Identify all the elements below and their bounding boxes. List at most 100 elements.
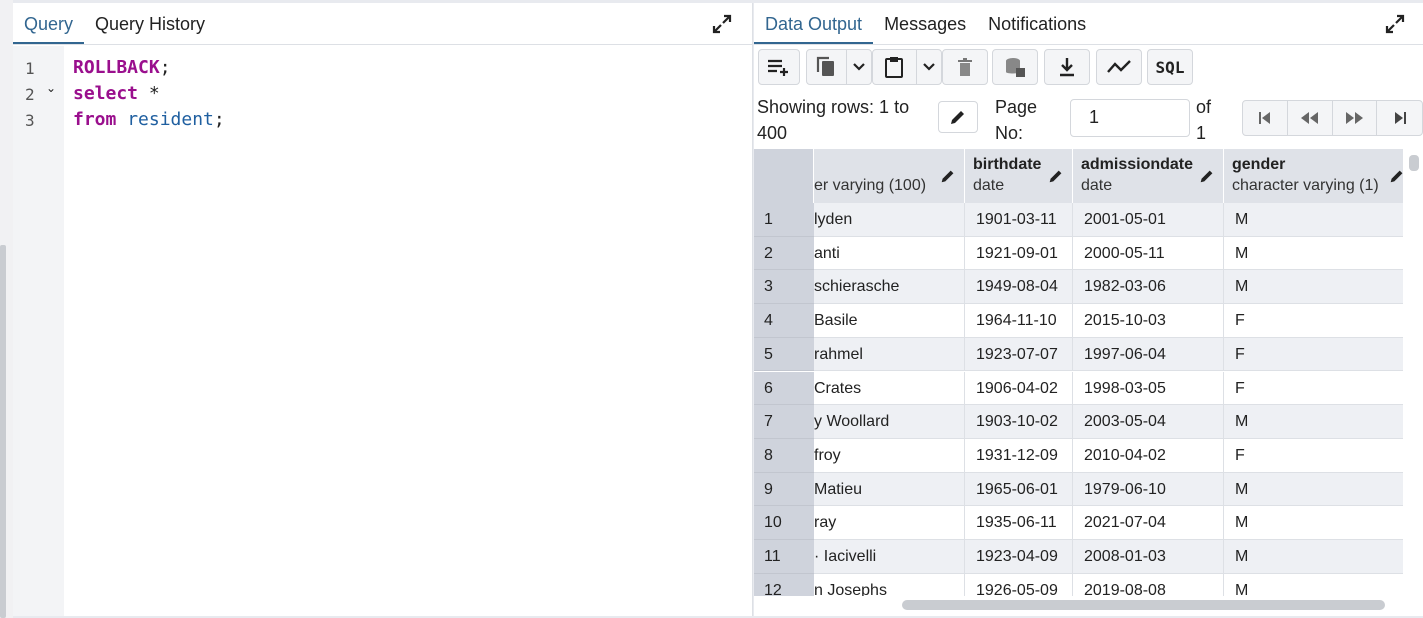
result-grid[interactable]: er varying (100) birthdate date admissionda…	[754, 149, 1403, 596]
table-cell[interactable]: 1931-12-09	[965, 438, 1073, 473]
row-number[interactable]: 6	[754, 371, 814, 406]
table-cell[interactable]: 1979-06-10	[1073, 472, 1224, 507]
table-cell[interactable]: F	[1224, 438, 1403, 473]
row-number[interactable]: 4	[754, 304, 814, 338]
tab-query-history[interactable]: Query History	[84, 14, 216, 44]
column-header[interactable]: admissiondate date	[1073, 149, 1224, 203]
column-header[interactable]: birthdate date	[965, 149, 1073, 203]
code-line[interactable]: select *	[73, 83, 160, 104]
table-cell[interactable]: M	[1224, 573, 1403, 596]
table-cell[interactable]: F	[1224, 304, 1403, 338]
table-cell[interactable]: 1998-03-05	[1073, 371, 1224, 406]
table-cell[interactable]: 2000-05-11	[1073, 236, 1224, 271]
row-number[interactable]: 8	[754, 438, 814, 473]
graph-button[interactable]	[1096, 49, 1142, 85]
row-number[interactable]: 3	[754, 270, 814, 305]
table-cell[interactable]: 2021-07-04	[1073, 506, 1224, 540]
row-number[interactable]: 7	[754, 405, 814, 439]
table-cell[interactable]: M	[1224, 270, 1403, 305]
horizontal-scrollbar[interactable]	[754, 596, 1423, 616]
table-cell[interactable]: 1921-09-01	[965, 236, 1073, 271]
table-cell[interactable]: 2019-08-08	[1073, 573, 1224, 596]
edit-column-icon[interactable]	[1047, 167, 1065, 190]
table-cell[interactable]: M	[1224, 540, 1403, 574]
row-number[interactable]: 10	[754, 506, 814, 540]
table-cell[interactable]: ray	[814, 506, 965, 540]
tab-messages[interactable]: Messages	[873, 14, 977, 44]
edit-rows-button[interactable]	[938, 101, 978, 133]
table-cell[interactable]: 2001-05-01	[1073, 203, 1224, 237]
left-scrollbar[interactable]	[0, 245, 6, 618]
horizontal-scroll-thumb[interactable]	[902, 600, 1385, 610]
row-number[interactable]: 1	[754, 203, 814, 237]
edit-column-icon[interactable]	[1388, 167, 1403, 190]
code-line[interactable]: from resident;	[73, 109, 225, 130]
chevron-down-icon[interactable]	[917, 62, 941, 72]
copy-icon[interactable]	[807, 55, 846, 79]
edit-column-icon[interactable]	[939, 167, 957, 190]
sql-button[interactable]: SQL	[1147, 49, 1193, 85]
download-button[interactable]	[1044, 49, 1090, 85]
table-cell[interactable]: M	[1224, 506, 1403, 540]
row-number[interactable]: 2	[754, 236, 814, 271]
table-cell[interactable]: M	[1224, 405, 1403, 439]
table-cell[interactable]: schierasche	[814, 270, 965, 305]
expand-output-icon[interactable]	[1384, 13, 1406, 35]
table-cell[interactable]: 2015-10-03	[1073, 304, 1224, 338]
table-cell[interactable]: 1923-07-07	[965, 337, 1073, 372]
table-cell[interactable]: 1982-03-06	[1073, 270, 1224, 305]
table-cell[interactable]: 1965-06-01	[965, 472, 1073, 507]
table-cell[interactable]: 1901-03-11	[965, 203, 1073, 237]
fold-chevron-icon[interactable]: ⌄	[46, 81, 56, 95]
table-cell[interactable]: M	[1224, 472, 1403, 507]
row-number[interactable]: 11	[754, 540, 814, 574]
table-cell[interactable]: M	[1224, 203, 1403, 237]
prev-page-button[interactable]	[1288, 101, 1333, 135]
first-page-button[interactable]	[1243, 101, 1288, 135]
expand-icon[interactable]	[711, 13, 733, 35]
table-cell[interactable]: lyden	[814, 203, 965, 237]
table-cell[interactable]: Crates	[814, 371, 965, 406]
tab-data-output[interactable]: Data Output	[754, 14, 874, 44]
column-header[interactable]: gender character varying (1)	[1224, 149, 1403, 203]
chevron-down-icon[interactable]	[847, 62, 871, 72]
page-number-input[interactable]: 1	[1070, 99, 1190, 137]
row-number[interactable]: 12	[754, 573, 814, 596]
table-cell[interactable]: rahmel	[814, 337, 965, 372]
save-data-button[interactable]	[992, 49, 1038, 85]
next-page-button[interactable]	[1333, 101, 1378, 135]
table-cell[interactable]: 1923-04-09	[965, 540, 1073, 574]
delete-button[interactable]	[942, 49, 988, 85]
row-number[interactable]: 5	[754, 337, 814, 372]
table-cell[interactable]: 1949-08-04	[965, 270, 1073, 305]
table-cell[interactable]: froy	[814, 438, 965, 473]
table-cell[interactable]: anti	[814, 236, 965, 271]
paste-icon[interactable]	[873, 55, 916, 79]
table-cell[interactable]: 2003-05-04	[1073, 405, 1224, 439]
table-cell[interactable]: Matieu	[814, 472, 965, 507]
table-cell[interactable]: F	[1224, 371, 1403, 406]
table-cell[interactable]: 1997-06-04	[1073, 337, 1224, 372]
table-cell[interactable]: · Iacivelli	[814, 540, 965, 574]
column-header[interactable]: er varying (100)	[814, 149, 965, 203]
table-cell[interactable]: 1903-10-02	[965, 405, 1073, 439]
tab-query[interactable]: Query	[13, 14, 85, 44]
paste-button-group[interactable]	[872, 49, 942, 85]
row-number[interactable]: 9	[754, 472, 814, 507]
table-cell[interactable]: 1935-06-11	[965, 506, 1073, 540]
edit-column-icon[interactable]	[1198, 167, 1216, 190]
code-line[interactable]: ROLLBACK;	[73, 57, 171, 78]
vertical-scrollbar[interactable]	[1403, 149, 1423, 596]
table-cell[interactable]: 1964-11-10	[965, 304, 1073, 338]
table-cell[interactable]: n Josephs	[814, 573, 965, 596]
add-row-button[interactable]	[758, 49, 800, 85]
table-cell[interactable]: 2008-01-03	[1073, 540, 1224, 574]
table-cell[interactable]: M	[1224, 236, 1403, 271]
tab-notifications[interactable]: Notifications	[977, 14, 1097, 44]
table-cell[interactable]: 2010-04-02	[1073, 438, 1224, 473]
table-cell[interactable]: 1926-05-09	[965, 573, 1073, 596]
copy-button-group[interactable]	[806, 49, 872, 85]
table-cell[interactable]: y Woollard	[814, 405, 965, 439]
table-cell[interactable]: 1906-04-02	[965, 371, 1073, 406]
table-cell[interactable]: Basile	[814, 304, 965, 338]
